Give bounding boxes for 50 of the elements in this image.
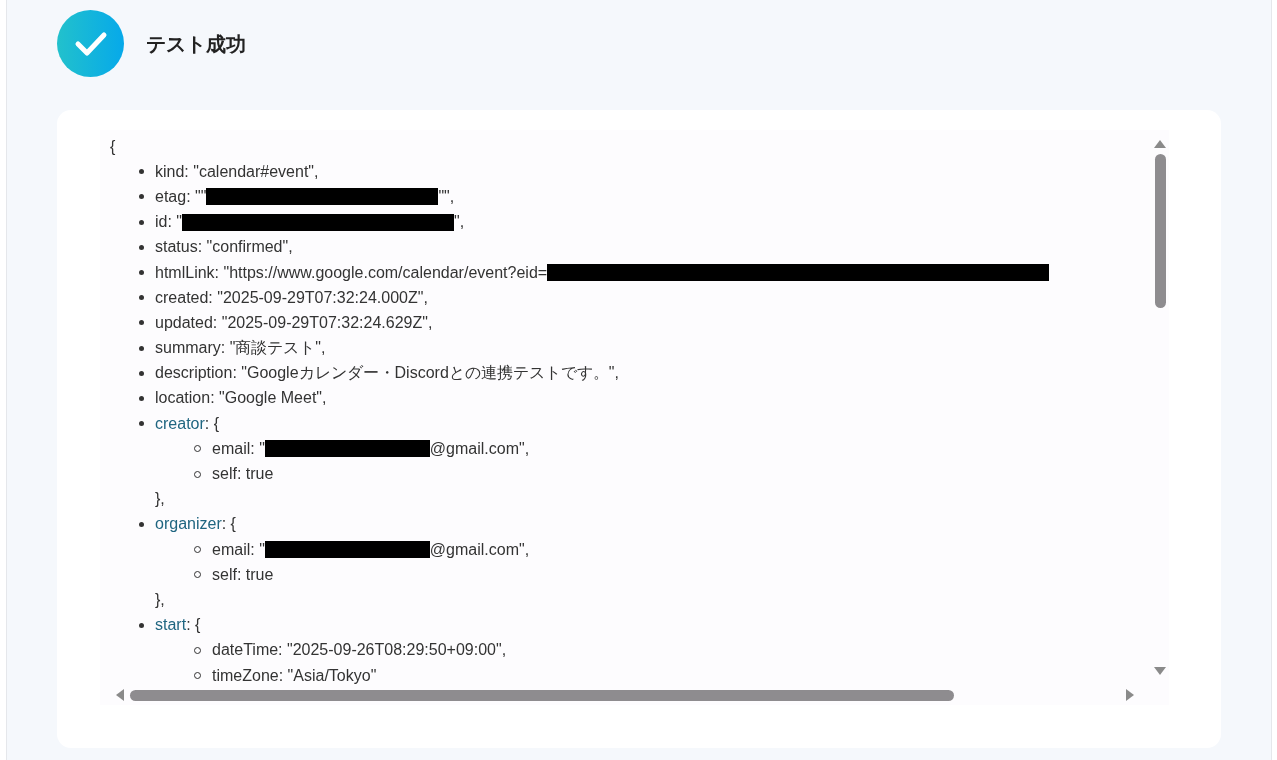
bullet-icon xyxy=(139,345,144,351)
json-value: @gmail.com", xyxy=(429,438,530,459)
bullet-icon xyxy=(139,320,144,326)
scroll-up-icon[interactable] xyxy=(1154,140,1166,148)
json-value: dateTime: "2025-09-26T08:29:50+09:00", xyxy=(212,640,507,661)
json-value: self: true xyxy=(212,464,274,485)
json-value: ", xyxy=(454,212,465,233)
json-value: email: " xyxy=(212,438,265,459)
json-brace: }, xyxy=(155,489,165,510)
bullet-icon xyxy=(139,244,144,250)
bullet-icon xyxy=(139,622,144,628)
scroll-right-icon[interactable] xyxy=(1126,689,1134,701)
json-value: summary: "商談テスト", xyxy=(155,338,326,359)
json-value: description: "Googleカレンダー・Discordとの連携テストです。", xyxy=(155,363,619,384)
json-brace: }, xyxy=(155,589,165,610)
bullet-icon xyxy=(139,521,144,527)
json-value: etag: "" xyxy=(155,186,207,207)
json-brace: { xyxy=(110,136,116,157)
bullet-icon xyxy=(139,421,144,427)
json-key: organizer xyxy=(155,512,222,537)
bullet-icon xyxy=(139,169,144,175)
bullet-icon xyxy=(139,395,144,401)
bullet-icon xyxy=(139,270,144,276)
json-brace: : { xyxy=(186,615,201,636)
json-value: "", xyxy=(438,186,455,207)
json-key: creator xyxy=(155,411,205,436)
scroll-left-icon[interactable] xyxy=(116,689,124,701)
json-value: kind: "calendar#event", xyxy=(155,161,319,182)
json-value: self: true xyxy=(212,564,274,585)
json-brace: : { xyxy=(204,413,220,434)
json-value: id: " xyxy=(155,212,183,233)
scrollbar-thumb[interactable] xyxy=(1154,154,1166,308)
scroll-down-icon[interactable] xyxy=(1154,667,1166,675)
bullet-icon xyxy=(139,194,144,200)
json-value: timeZone: "Asia/Tokyo" xyxy=(212,665,377,685)
bullet-icon xyxy=(139,370,144,376)
json-value: updated: "2025-09-29T07:32:24.629Z", xyxy=(155,312,433,333)
bullet-icon xyxy=(139,219,144,225)
status-title: テスト成功 xyxy=(146,31,246,57)
json-value: email: " xyxy=(212,539,265,560)
bullet-icon xyxy=(139,295,144,301)
scrollbar-thumb[interactable] xyxy=(130,689,954,701)
json-value: htmlLink: "https://www.google.com/calendar/event?eid= xyxy=(155,262,548,283)
json-key: start xyxy=(155,613,187,638)
json-value: status: "confirmed", xyxy=(155,237,293,258)
success-check-icon xyxy=(57,10,124,77)
json-brace: : { xyxy=(221,514,236,535)
json-value: @gmail.com", xyxy=(429,539,530,560)
json-value: created: "2025-09-29T07:32:24.000Z", xyxy=(155,287,428,308)
json-value: location: "Google Meet", xyxy=(155,388,327,409)
